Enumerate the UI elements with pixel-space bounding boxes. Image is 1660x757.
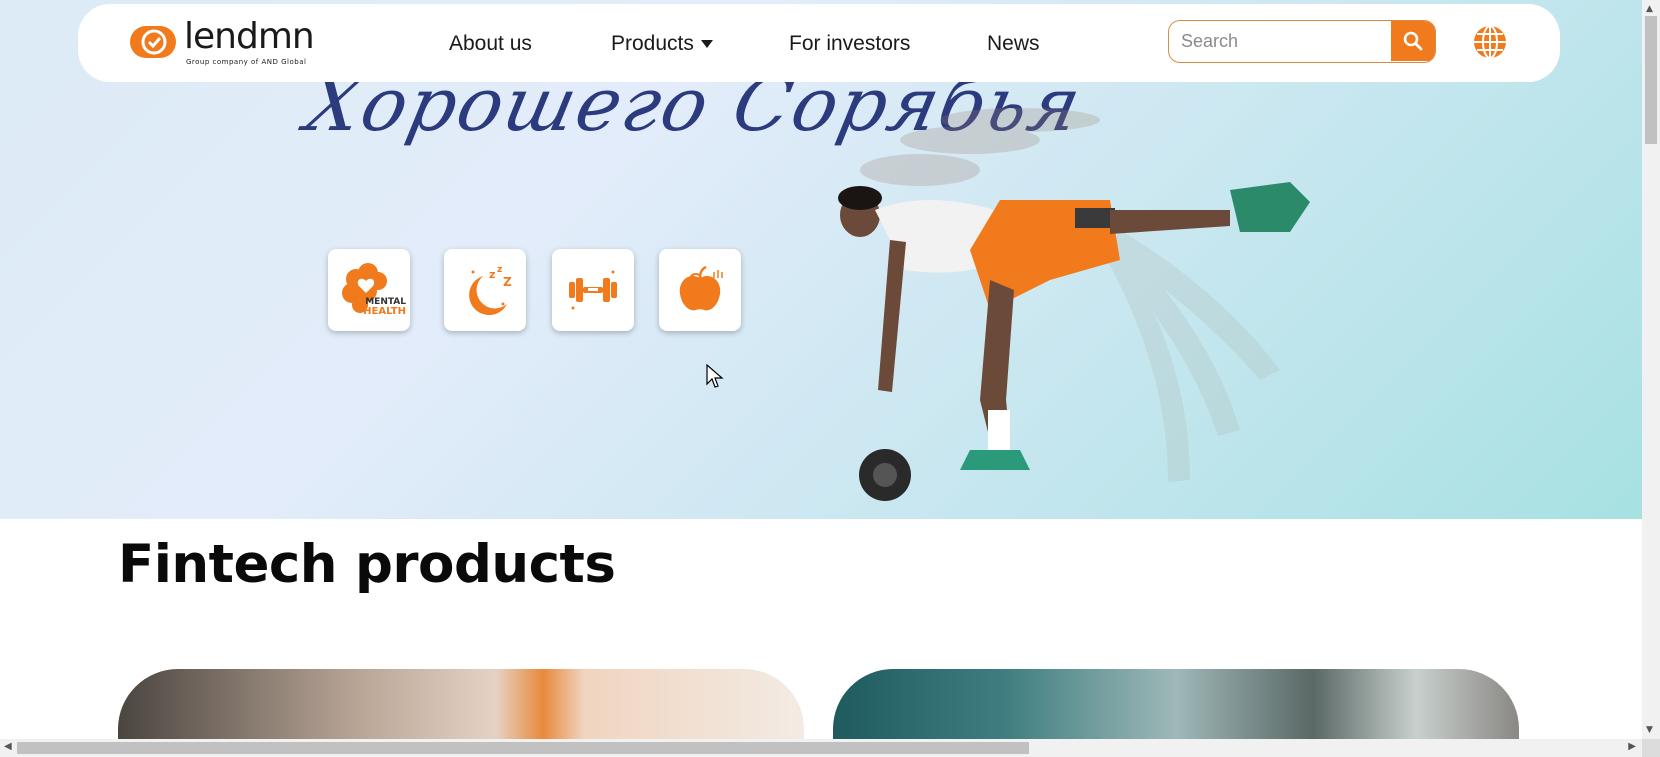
- svg-text:Z: Z: [503, 275, 512, 289]
- scroll-left-icon[interactable]: ◀: [4, 741, 12, 752]
- section-title: Fintech products: [118, 534, 616, 595]
- search-box: [1168, 20, 1436, 63]
- nav-products[interactable]: Products: [611, 32, 714, 56]
- top-navbar: lendmn Group company of AND Global About…: [78, 4, 1560, 82]
- tile-nutrition[interactable]: [659, 249, 741, 331]
- scroll-down-icon[interactable]: ▼: [1646, 725, 1653, 735]
- scrollbar-corner: [1642, 739, 1660, 757]
- scroll-right-icon[interactable]: ▶: [1628, 741, 1636, 752]
- tile-mental-health[interactable]: MENTAL HEALTH: [328, 249, 410, 331]
- vertical-scroll-thumb[interactable]: [1645, 16, 1657, 144]
- nav-for-investors[interactable]: For investors: [789, 32, 910, 56]
- moon-sleep-icon: z z Z: [469, 265, 512, 316]
- dumbbell-icon: [569, 270, 617, 310]
- svg-text:z: z: [497, 265, 502, 275]
- tile-fitness[interactable]: [552, 249, 634, 331]
- vertical-scrollbar[interactable]: ▲ ▼: [1642, 0, 1660, 739]
- tile-sleep[interactable]: z z Z: [444, 249, 526, 331]
- tile-mental-health-label: MENTAL HEALTH: [363, 297, 406, 317]
- scroll-up-icon[interactable]: ▲: [1646, 4, 1653, 14]
- globe-icon[interactable]: [1471, 23, 1509, 61]
- nav-news[interactable]: News: [987, 32, 1040, 56]
- search-input[interactable]: [1169, 21, 1391, 61]
- svg-text:z: z: [489, 268, 495, 281]
- nav-products-label: Products: [611, 32, 694, 55]
- apple-icon: [679, 265, 723, 311]
- horizontal-scrollbar[interactable]: ◀ ▶: [0, 739, 1660, 757]
- search-icon: [1403, 31, 1423, 51]
- product-card[interactable]: [118, 669, 804, 739]
- feature-tiles: MENTAL HEALTH z z Z: [328, 249, 748, 331]
- caret-down-icon: [700, 40, 713, 49]
- athlete-image: [838, 108, 1310, 501]
- search-button[interactable]: [1391, 21, 1435, 61]
- horizontal-scroll-thumb[interactable]: [17, 742, 1029, 754]
- nav-about-us[interactable]: About us: [449, 32, 532, 56]
- mouse-cursor: [706, 364, 724, 388]
- product-card[interactable]: [833, 669, 1519, 739]
